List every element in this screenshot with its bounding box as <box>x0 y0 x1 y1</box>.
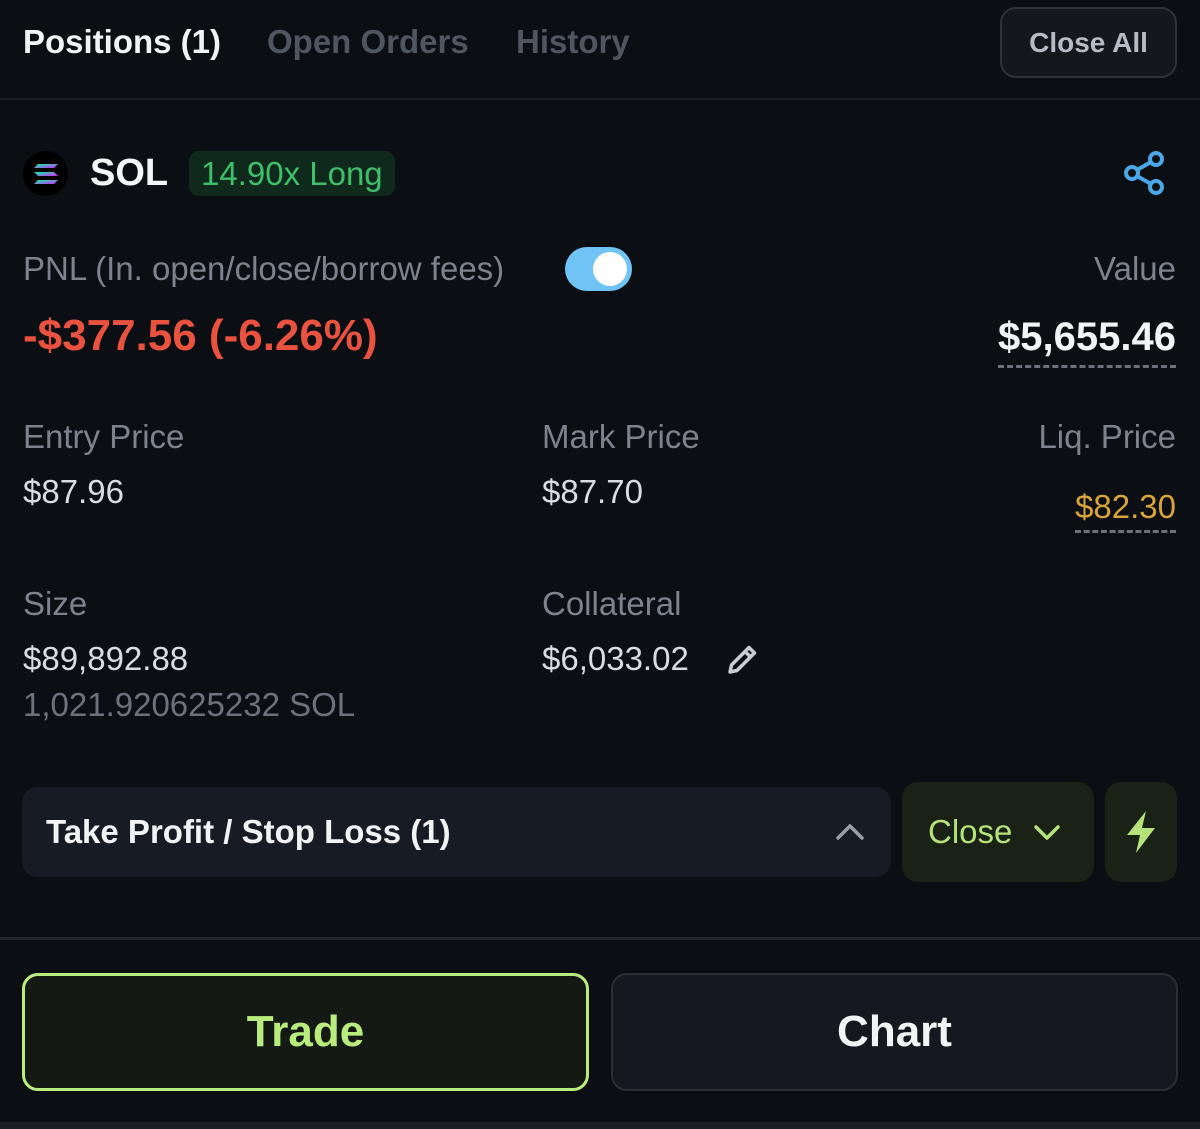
size-token-value: 1,021.920625232 SOL <box>23 686 356 723</box>
tab-open-orders[interactable]: Open Orders <box>267 20 469 64</box>
toggle-knob <box>593 252 627 286</box>
liq-price-value[interactable]: $82.30 <box>1075 486 1176 533</box>
size-usd-value: $89,892.88 <box>23 640 189 677</box>
collateral-value: $6,033.02 <box>542 640 689 677</box>
tabs-bar: Positions (1) Open Orders History Close … <box>0 0 1200 100</box>
close-all-button[interactable]: Close All <box>1000 7 1177 78</box>
pnl-value: -$377.56 (-6.26%) <box>23 311 378 360</box>
share-icon[interactable] <box>1120 148 1170 198</box>
trade-button[interactable]: Trade <box>22 973 589 1091</box>
pencil-icon[interactable] <box>722 640 762 680</box>
mark-price-value: $87.70 <box>542 473 643 510</box>
coin-name: SOL <box>90 152 169 194</box>
lightning-icon[interactable] <box>1105 782 1177 882</box>
solana-icon <box>23 151 68 196</box>
tpsl-dropdown[interactable]: Take Profit / Stop Loss (1) <box>22 787 891 877</box>
position-value[interactable]: $5,655.46 <box>998 311 1176 368</box>
mark-price-label: Mark Price <box>542 418 700 455</box>
chart-button[interactable]: Chart <box>611 973 1178 1091</box>
divider <box>0 937 1200 940</box>
size-label: Size <box>23 585 88 622</box>
leverage-badge: 14.90x Long <box>189 151 395 196</box>
pnl-label: PNL (In. open/close/borrow fees) <box>23 250 505 287</box>
close-label: Close <box>928 813 1013 850</box>
chevron-down-icon <box>1030 815 1064 849</box>
collateral-label: Collateral <box>542 585 682 622</box>
value-label: Value <box>1094 250 1176 287</box>
tab-positions[interactable]: Positions (1) <box>23 20 221 64</box>
entry-price-value: $87.96 <box>23 473 124 510</box>
bottom-edge <box>0 1122 1200 1129</box>
liq-price-label: Liq. Price <box>1038 418 1176 455</box>
chevron-up-icon <box>833 815 867 849</box>
positions-panel: Positions (1) Open Orders History Close … <box>0 0 1200 1129</box>
entry-price-label: Entry Price <box>23 418 185 455</box>
close-dropdown-button[interactable]: Close <box>902 782 1094 882</box>
tpsl-label: Take Profit / Stop Loss (1) <box>46 813 451 850</box>
tab-history[interactable]: History <box>516 20 630 64</box>
pnl-fees-toggle[interactable] <box>565 247 632 291</box>
